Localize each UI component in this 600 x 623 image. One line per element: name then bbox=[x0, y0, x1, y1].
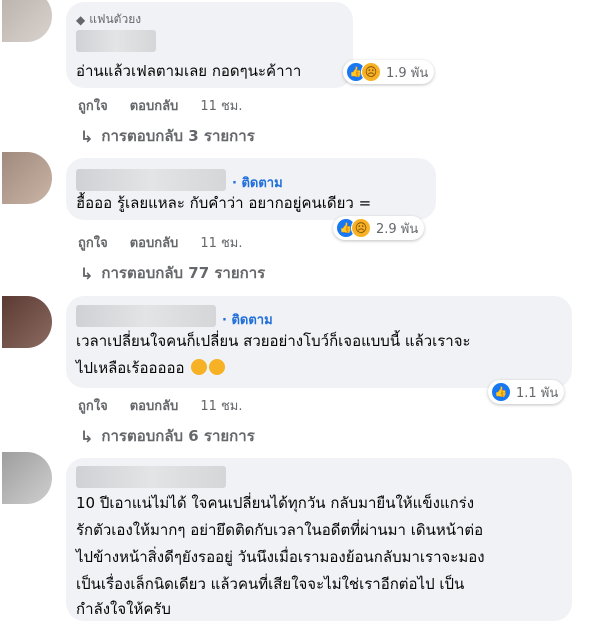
top-fan-badge: ◆ แฟนตัวยง bbox=[76, 10, 141, 29]
comment-text-line: เป็นเรื่องเล็กนิดเดียว แล้วคนที่เสียใจจะ… bbox=[76, 575, 465, 593]
reply-arrow-icon: ↳ bbox=[80, 426, 94, 446]
comment-actions: ถูกใจ ตอบกลับ 11 ชม. bbox=[78, 232, 265, 253]
like-icon: 👍 bbox=[491, 382, 511, 402]
reply-arrow-icon: ↳ bbox=[80, 126, 94, 146]
crying-face-icon bbox=[191, 359, 208, 375]
comment-text: ฮื้อออ รู้เลยแหละ กับคำว่า อยากอยู่คนเดี… bbox=[76, 194, 372, 212]
replies-label: การตอบกลับ 3 รายการ bbox=[101, 127, 255, 145]
view-replies[interactable]: ↳ การตอบกลับ 3 รายการ bbox=[80, 124, 255, 148]
replies-label: การตอบกลับ 6 รายการ bbox=[101, 427, 255, 445]
comment-text-line-end: ไปเหลือเร้อออออ bbox=[76, 359, 185, 377]
badge-label: แฟนตัวยง bbox=[89, 12, 142, 26]
reply-button[interactable]: ตอบกลับ bbox=[130, 395, 179, 416]
like-button[interactable]: ถูกใจ bbox=[78, 395, 108, 416]
comment-text-line: เวลาเปลี่ยนใจคนก็เปลี่ยน สวยอย่างโบว์ก็เ… bbox=[76, 332, 471, 350]
reply-button[interactable]: ตอบกลับ bbox=[130, 232, 179, 253]
reaction-summary[interactable]: 👍 ☹ 1.9 พัน bbox=[343, 60, 435, 84]
comment-text-line: ไปเหลือเร้อออออ bbox=[76, 355, 226, 382]
timestamp[interactable]: 11 ชม. bbox=[200, 232, 242, 253]
sad-icon: ☹ bbox=[351, 218, 371, 238]
reaction-summary[interactable]: 👍 1.1 พัน bbox=[488, 380, 565, 404]
crying-face-icon bbox=[209, 359, 226, 375]
reaction-count: 1.1 พัน bbox=[516, 385, 559, 401]
avatar[interactable] bbox=[2, 152, 52, 204]
reply-arrow-icon: ↳ bbox=[80, 263, 94, 283]
avatar[interactable] bbox=[2, 296, 52, 348]
reaction-count: 2.9 พัน bbox=[376, 221, 419, 237]
author-name[interactable] bbox=[76, 169, 226, 191]
sad-icon: ☹ bbox=[361, 62, 381, 82]
comment-text-line: กำลังใจให้ครับ bbox=[76, 600, 171, 618]
comment-actions: ถูกใจ ตอบกลับ 11 ชม. bbox=[78, 95, 265, 116]
view-replies[interactable]: ↳ การตอบกลับ 77 รายการ bbox=[80, 261, 265, 285]
avatar[interactable] bbox=[2, 452, 52, 504]
view-replies[interactable]: ↳ การตอบกลับ 6 รายการ bbox=[80, 424, 255, 448]
like-button[interactable]: ถูกใจ bbox=[78, 95, 108, 116]
comment-actions: ถูกใจ ตอบกลับ 11 ชม. bbox=[78, 395, 265, 416]
avatar[interactable] bbox=[2, 0, 52, 42]
reaction-summary[interactable]: 👍 ☹ 2.9 พัน bbox=[333, 216, 425, 240]
replies-label: การตอบกลับ 77 รายการ bbox=[101, 264, 266, 282]
comment-text-line: ไปข้างหน้าสิ่งดีๆยังรออยู่ วันนึงเมื่อเร… bbox=[76, 548, 485, 566]
comment-text-line: 10 ปีเอาแน่ไม่ได้ ใจคนเปลี่ยนได้ทุกวัน ก… bbox=[76, 494, 475, 512]
author-name[interactable] bbox=[76, 30, 156, 52]
author-name[interactable] bbox=[76, 466, 226, 488]
reply-button[interactable]: ตอบกลับ bbox=[130, 95, 179, 116]
timestamp[interactable]: 11 ชม. bbox=[200, 395, 242, 416]
timestamp[interactable]: 11 ชม. bbox=[200, 95, 242, 116]
diamond-icon: ◆ bbox=[76, 12, 86, 27]
like-button[interactable]: ถูกใจ bbox=[78, 232, 108, 253]
comment-text-line: รักตัวเองให้มากๆ อย่ายึดติดกับเวลาในอดีต… bbox=[76, 521, 484, 539]
follow-link[interactable]: · ติดตาม bbox=[222, 309, 273, 330]
author-name[interactable] bbox=[76, 305, 216, 327]
reaction-count: 1.9 พัน bbox=[386, 65, 429, 81]
comment-text: อ่านแล้วเฟลตามเลย กอดๆนะค้าาา bbox=[76, 62, 302, 80]
